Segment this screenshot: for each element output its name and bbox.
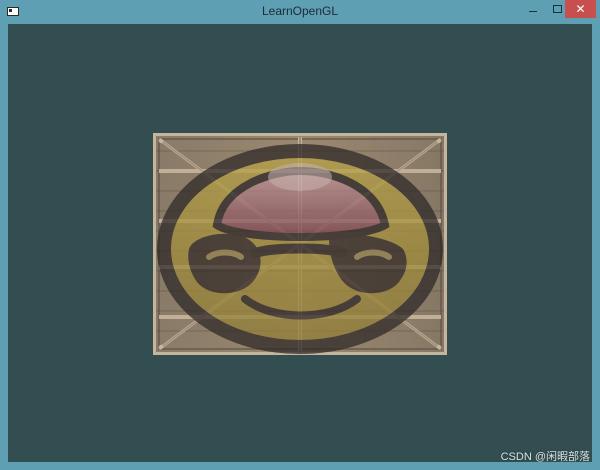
hat-highlight [268, 163, 332, 191]
app-window: LearnOpenGL ✕ CSDN @闲暇部落 [0, 0, 600, 470]
maximize-icon [552, 5, 562, 13]
csdn-watermark: CSDN @闲暇部落 [500, 451, 590, 463]
render-viewport[interactable] [8, 24, 592, 462]
texture-image [153, 133, 447, 355]
close-icon: ✕ [575, 2, 586, 16]
awesomeface [157, 144, 443, 354]
close-button[interactable]: ✕ [565, 0, 596, 18]
minimize-button[interactable] [521, 0, 545, 18]
minimize-icon [529, 10, 537, 12]
title-bar[interactable]: LearnOpenGL ✕ [0, 0, 600, 24]
glasses-bridge [250, 243, 348, 258]
textured-quad [153, 133, 447, 355]
window-title: LearnOpenGL [261, 4, 339, 18]
